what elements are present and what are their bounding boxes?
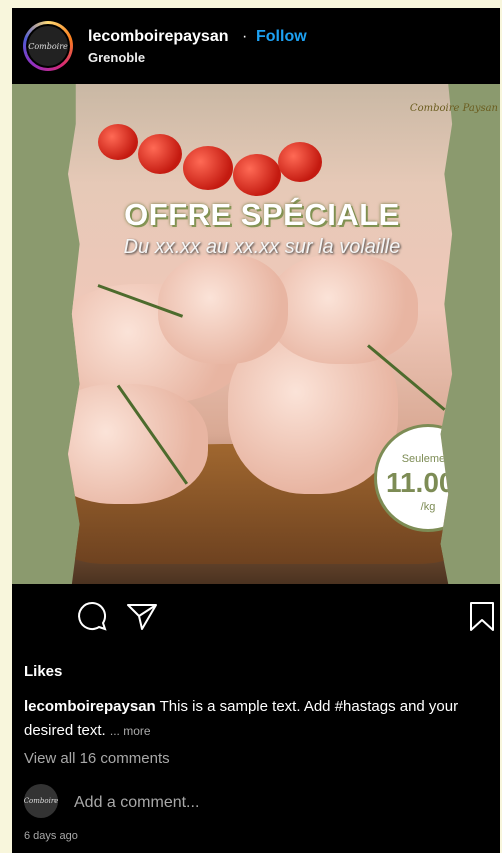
caption-username[interactable]: lecomboirepaysan [24, 698, 156, 715]
tomato [183, 146, 233, 190]
post-header: Comboire lecomboirepaysan · Follow Greno… [12, 8, 500, 84]
price-unit: /kg [420, 501, 436, 513]
caption: lecomboirepaysan This is a sample text. … [24, 695, 494, 743]
price-prefix: Seulement [401, 453, 455, 465]
image-content: OFFRE SPÉCIALE Du xx.xx au xx.xx sur la … [68, 84, 453, 584]
price-badge: Seulement 11.00€ /kg [374, 424, 471, 532]
post-timestamp: 6 days ago [24, 830, 78, 842]
instagram-post: Comboire lecomboirepaysan · Follow Greno… [12, 8, 500, 853]
commenter-avatar: Comboire [24, 784, 58, 818]
avatar-ring[interactable]: Comboire [23, 21, 73, 71]
tomato [233, 154, 281, 196]
comment-icon[interactable] [74, 598, 110, 634]
more-link[interactable]: ... more [110, 724, 151, 738]
post-image[interactable]: OFFRE SPÉCIALE Du xx.xx au xx.xx sur la … [12, 84, 500, 584]
username[interactable]: lecomboirepaysan [88, 28, 229, 46]
offer-subtitle: Du xx.xx au xx.xx sur la volaille [123, 236, 401, 258]
comment-input[interactable] [72, 790, 456, 816]
avatar-logo: Comboire [28, 41, 68, 51]
separator-dot: · [242, 28, 248, 45]
tomato [278, 142, 322, 182]
share-icon[interactable] [124, 598, 160, 634]
chicken-piece [268, 254, 418, 364]
brand-logo: Comboire Paysan [409, 103, 498, 114]
bookmark-icon[interactable] [464, 598, 500, 634]
post-actions [12, 598, 500, 638]
view-comments-link[interactable]: View all 16 comments [24, 750, 170, 767]
add-comment-row: Comboire [24, 784, 494, 820]
avatar[interactable]: Comboire [26, 24, 70, 68]
offer-title: OFFRE SPÉCIALE [124, 197, 400, 232]
commenter-avatar-logo: Comboire [23, 797, 59, 805]
follow-button[interactable]: Follow [256, 28, 307, 46]
chicken-piece [158, 254, 288, 364]
chicken-piece [68, 384, 208, 504]
tomato [138, 134, 182, 174]
price-value: 11.00€ [385, 467, 471, 498]
location-label[interactable]: Grenoble [88, 50, 145, 65]
likes-label[interactable]: Likes [24, 663, 62, 680]
tomato [98, 124, 138, 160]
